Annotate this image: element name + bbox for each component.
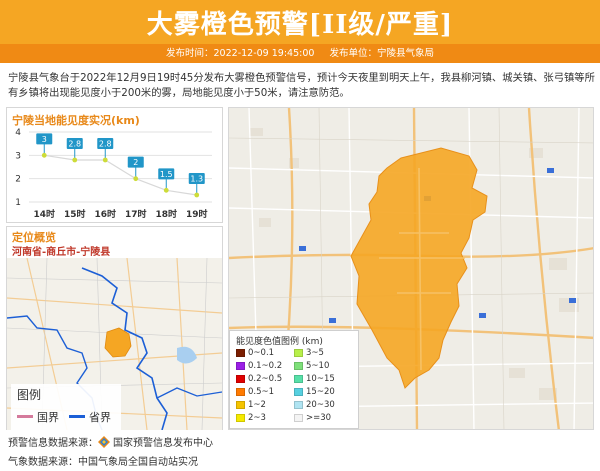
x-tick-label: 16时 xyxy=(94,208,116,220)
warning-description: 宁陵县气象台于2022年12月9日19时45分发布大雾橙色预警信号，预计今天夜里… xyxy=(8,72,595,99)
warning-meta-bar: 发布时间：2022-12-09 19:45:00 发布单位：宁陵县气象局 xyxy=(0,44,600,63)
legend-label: 0.5~1 xyxy=(248,387,275,397)
data-point xyxy=(72,157,78,163)
footer-line-warning-source: 预警信息数据来源： 国家预警信息发布中心 xyxy=(8,436,213,449)
legend-swatch xyxy=(294,414,303,422)
legend-swatch xyxy=(294,388,303,396)
legend-swatch xyxy=(236,362,245,370)
legend-label: 1~2 xyxy=(248,400,266,410)
data-label: 1.3 xyxy=(190,175,203,184)
legend-label: 0~0.1 xyxy=(248,348,275,358)
footer-line-weather-source: 气象数据来源：中国气象局全国自动站实况 xyxy=(8,457,198,468)
legend-swatch xyxy=(294,362,303,370)
warning-title: 大雾橙色预警[II级/严重] xyxy=(146,10,454,40)
legend-label: >=30 xyxy=(306,413,332,423)
data-point xyxy=(41,152,47,158)
legend-label: 3~5 xyxy=(306,348,324,358)
x-tick-label: 19时 xyxy=(186,208,208,220)
legend-swatch xyxy=(236,401,245,409)
province-border-swatch xyxy=(69,415,85,418)
legend-swatch xyxy=(236,375,245,383)
publisher: 发布单位：宁陵县气象局 xyxy=(329,48,434,59)
y-tick-label: 3 xyxy=(15,151,21,161)
legend-label: 15~20 xyxy=(306,387,335,397)
visibility-panel: 宁陵当地能见度实况(km) 1 2 3 4 14时 15时 16时 17时 18时 19时 3 2.8… xyxy=(6,107,223,223)
data-point xyxy=(133,176,139,182)
data-point xyxy=(163,187,169,193)
warning-center-logo-icon xyxy=(98,436,110,448)
x-tick-label: 14时 xyxy=(33,208,55,220)
legend-swatch xyxy=(294,375,303,383)
y-tick-label: 1 xyxy=(15,198,21,208)
legend-swatch xyxy=(236,388,245,396)
national-border-swatch xyxy=(17,415,33,418)
data-point xyxy=(102,157,108,163)
legend-swatch xyxy=(294,401,303,409)
legend-label: 0.2~0.5 xyxy=(248,374,283,384)
visibility-line-chart: 1 2 3 4 14时 15时 16时 17时 18时 19时 3 2.8 2.8 2 1.5 1.3 xyxy=(15,128,212,220)
data-label: 2.8 xyxy=(68,140,81,149)
warning-source-link[interactable]: 国家预警信息发布中心 xyxy=(113,438,213,449)
warning-header: 大雾橙色预警[II级/严重] 发布时间：2022-12-09 19:45:00 … xyxy=(0,0,600,63)
legend-label: 5~10 xyxy=(306,361,330,371)
legend-swatch xyxy=(236,349,245,357)
data-label: 2.8 xyxy=(99,140,112,149)
y-tick-label: 4 xyxy=(15,128,21,138)
location-legend: 图例 国界 省界 xyxy=(11,384,121,430)
location-subtitle: 河南省-商丘市-宁陵县 xyxy=(12,247,111,258)
legend-title: 能见度色值图例 (km) xyxy=(236,337,323,347)
x-tick-label: 17时 xyxy=(125,208,147,220)
publish-time: 发布时间：2022-12-09 19:45:00 xyxy=(166,48,315,59)
legend-label: 20~30 xyxy=(306,400,335,410)
data-point xyxy=(194,192,200,198)
legend-label: 10~15 xyxy=(306,374,335,384)
legend-label: 2~3 xyxy=(248,413,266,423)
legend-swatch xyxy=(236,414,245,422)
legend-swatch xyxy=(294,349,303,357)
y-tick-label: 2 xyxy=(15,175,21,185)
weather-source-link[interactable]: 中国气象局全国自动站实况 xyxy=(78,457,198,468)
data-label: 2 xyxy=(133,158,138,167)
x-tick-label: 18时 xyxy=(155,208,177,220)
data-label: 1.5 xyxy=(160,170,173,179)
data-label: 3 xyxy=(42,135,47,144)
location-legend-title: 图例 xyxy=(17,388,42,402)
legend-label: 0.1~0.2 xyxy=(248,361,283,371)
x-tick-label: 15时 xyxy=(64,208,86,220)
visibility-color-legend: 能见度色值图例 (km) 0~0.1 0.1~0.2 0.2~0.5 0.5~1 1~2… xyxy=(229,330,359,429)
location-panel: 定位概览 河南省-商丘市-宁陵县 图例 国界 省界 xyxy=(6,226,223,430)
